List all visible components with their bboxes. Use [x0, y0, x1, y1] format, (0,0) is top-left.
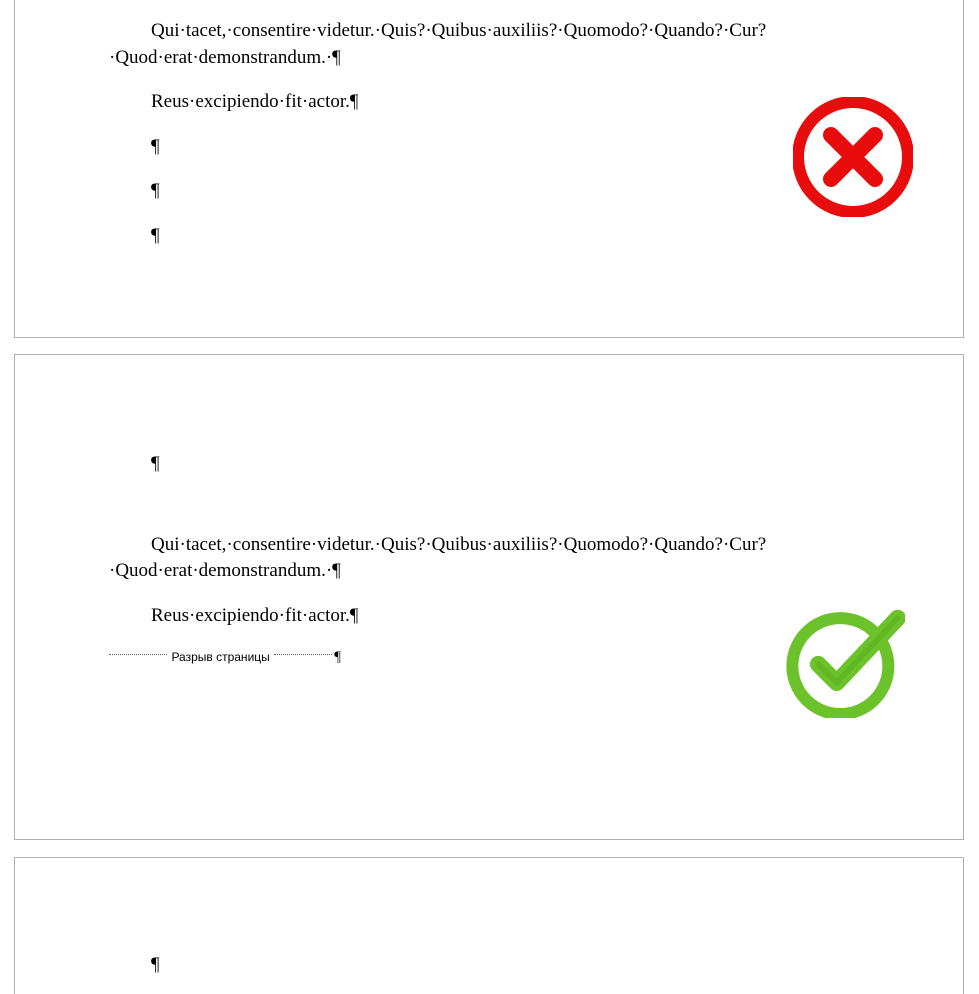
page-1: Qui·tacet,·consentire·videtur.·Quis?·Qui…	[14, 0, 964, 338]
pilcrow-mark: ¶	[151, 954, 160, 975]
page-1-content: Qui·tacet,·consentire·videtur.·Quis?·Qui…	[109, 18, 903, 268]
empty-paragraph: ¶	[151, 451, 903, 478]
empty-paragraph: ¶	[151, 223, 903, 250]
page-break-dots-left	[109, 654, 167, 655]
page-2-content: ¶ Qui·tacet,·consentire·videtur.·Quis?·Q…	[109, 451, 903, 668]
paragraph-text: Reus·excipiendo·fit·actor.¶	[109, 603, 903, 630]
empty-paragraph: ¶	[151, 178, 903, 205]
paragraph-text: Qui·tacet,·consentire·videtur.·Quis?·Qui…	[109, 18, 903, 71]
paragraph-1-text: Qui·tacet,·consentire·videtur.·Quis?·Qui…	[109, 534, 766, 582]
page-break-label: Разрыв страницы	[167, 649, 273, 666]
pilcrow-mark: ¶	[334, 647, 341, 668]
correct-badge	[785, 607, 905, 727]
document-viewport: Qui·tacet,·consentire·videtur.·Quis?·Qui…	[0, 0, 979, 994]
empty-paragraph: ¶	[151, 134, 903, 161]
empty-paragraph: ¶	[151, 952, 903, 979]
page-2: ¶ Qui·tacet,·consentire·videtur.·Quis?·Q…	[14, 354, 964, 840]
pilcrow-mark: ¶	[151, 136, 160, 157]
pilcrow-mark: ¶	[151, 180, 160, 201]
pilcrow-mark: ¶	[151, 225, 160, 246]
paragraph-text: Reus·excipiendo·fit·actor.¶	[109, 89, 903, 116]
wrong-badge	[793, 97, 913, 217]
paragraph-2-text: Reus·excipiendo·fit·actor.¶	[151, 91, 359, 112]
check-circle-icon	[785, 607, 905, 718]
paragraph-text: Qui·tacet,·consentire·videtur.·Quis?·Qui…	[109, 532, 903, 585]
page-3-content: ¶	[109, 952, 903, 994]
page-break-indicator: Разрыв страницы ¶	[109, 647, 341, 668]
page-3: ¶	[14, 857, 964, 994]
page-break-dots-right	[274, 654, 332, 655]
paragraph-1-text: Qui·tacet,·consentire·videtur.·Quis?·Qui…	[109, 20, 766, 68]
cross-circle-icon	[793, 97, 913, 217]
pilcrow-mark: ¶	[151, 453, 160, 474]
paragraph-2-text: Reus·excipiendo·fit·actor.¶	[151, 605, 359, 626]
